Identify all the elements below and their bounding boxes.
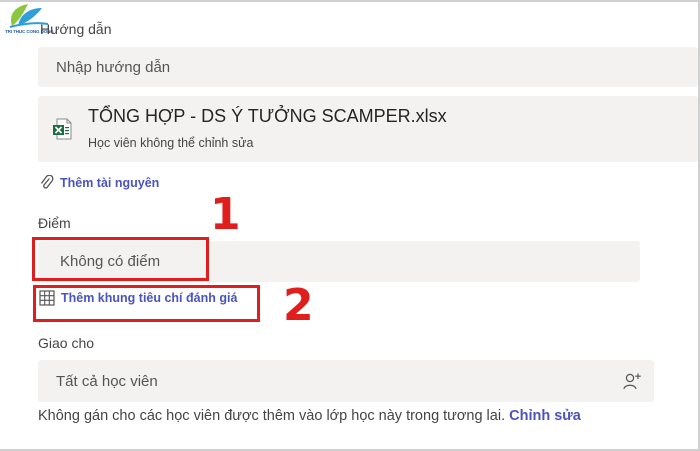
add-resource-link[interactable]: Thêm tài nguyên [40, 175, 159, 191]
callout-number-1: 1 [210, 189, 241, 240]
add-resource-label: Thêm tài nguyên [60, 176, 160, 190]
highlight-box-points [32, 237, 209, 281]
attachment-file-name[interactable]: TỔNG HỢP - DS Ý TƯỞNG SCAMPER.xlsx [88, 106, 447, 127]
instructions-label: Hướng dẫn [40, 21, 112, 37]
instructions-placeholder: Nhập hướng dẫn [56, 58, 171, 76]
points-label: Điểm [38, 215, 71, 231]
assign-note: Không gán cho các học viên được thêm vào… [38, 408, 581, 424]
assign-label: Giao cho [38, 335, 95, 351]
paperclip-icon [41, 175, 54, 189]
assign-note-text: Không gán cho các học viên được thêm vào… [38, 408, 506, 424]
add-person-icon[interactable] [622, 371, 642, 391]
instructions-input[interactable]: Nhập hướng dẫn [38, 47, 698, 87]
edit-assignment-link[interactable]: Chỉnh sửa [509, 408, 581, 424]
assign-field[interactable]: Tất cả học viên [38, 360, 654, 402]
frame-border-top [0, 0, 700, 2]
callout-number-2: 2 [283, 280, 314, 331]
excel-file-icon [52, 118, 72, 140]
highlight-box-rubric [33, 285, 260, 322]
attachment-permission: Học viên không thể chỉnh sửa [88, 136, 254, 150]
assign-value: Tất cả học viên [56, 372, 158, 390]
